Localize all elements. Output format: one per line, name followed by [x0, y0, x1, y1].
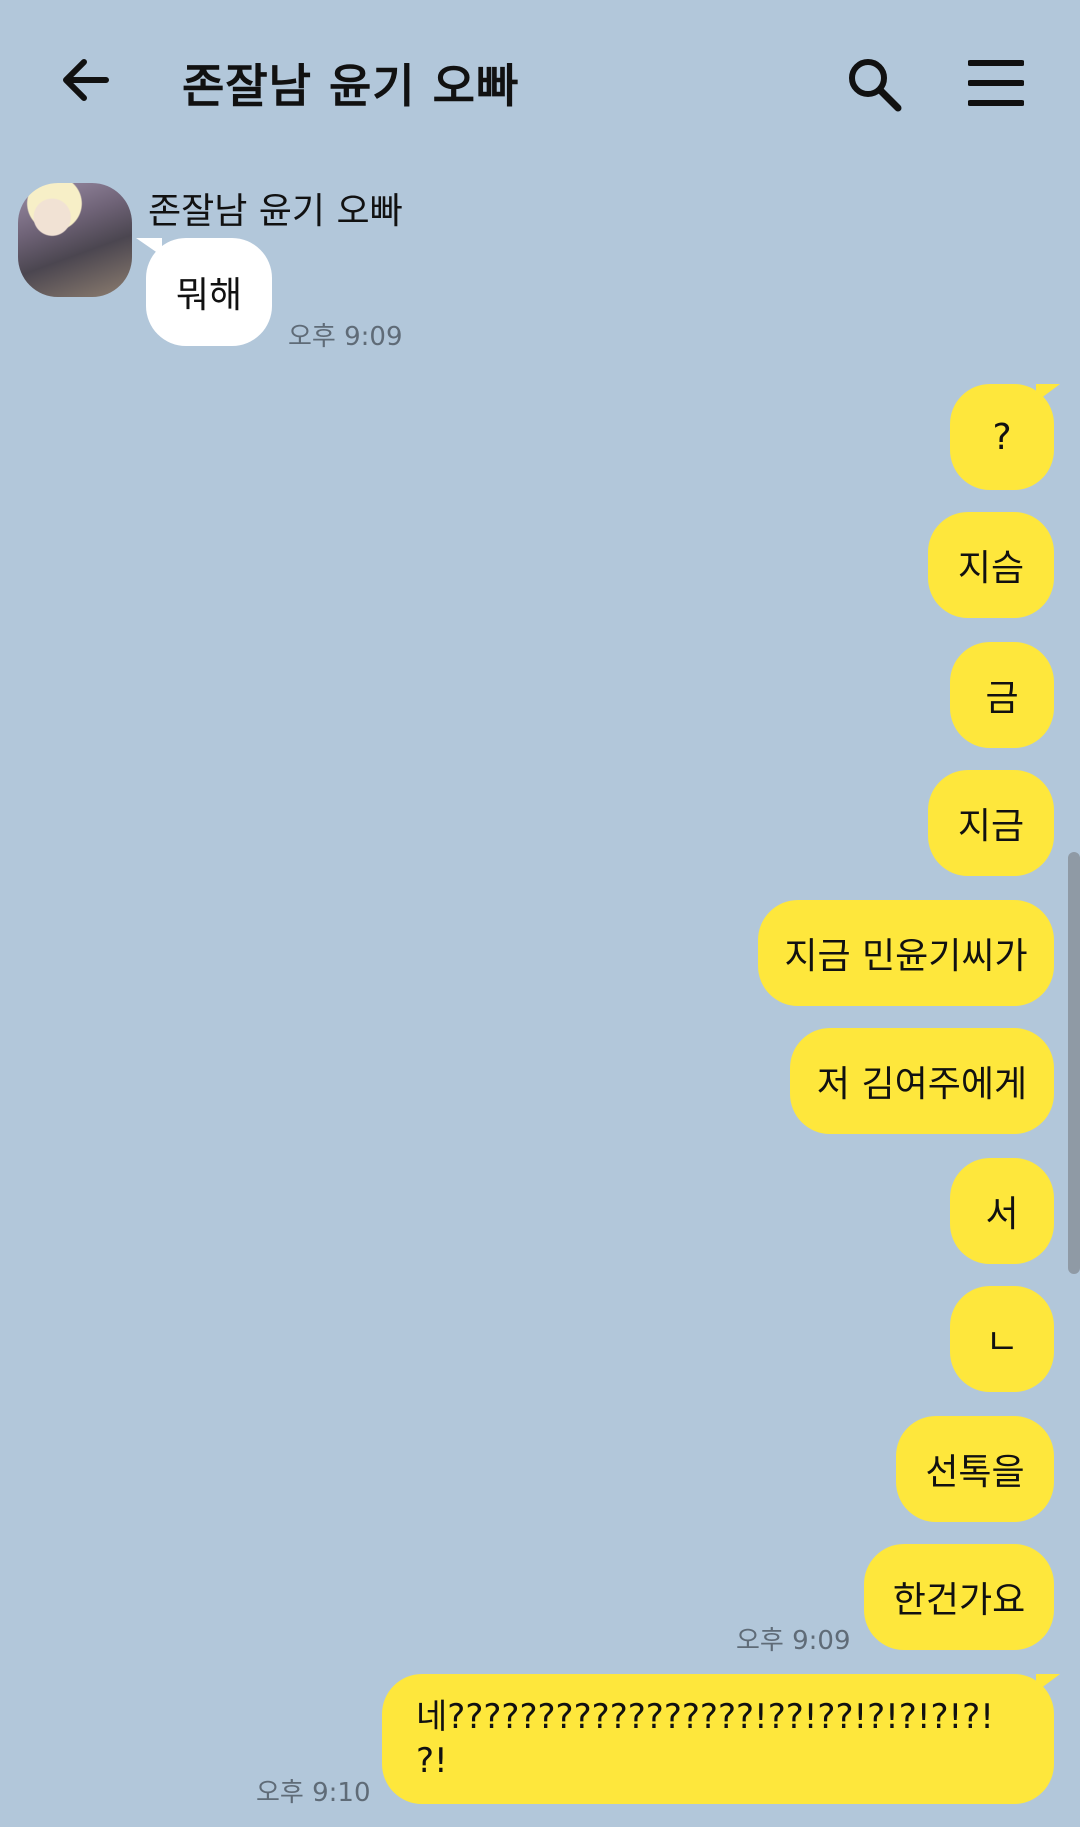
message-line: ?!	[416, 1741, 448, 1781]
arrow-left-icon	[63, 59, 109, 101]
chat-title: 존잘남 윤기 오빠	[182, 59, 520, 113]
outgoing-message-bubble[interactable]: 금	[950, 642, 1054, 748]
chat-header: 존잘남 윤기 오빠	[0, 0, 1080, 170]
incoming-message-bubble[interactable]: 뭐해	[146, 238, 272, 346]
sender-name: 존잘남 윤기 오빠	[148, 191, 403, 232]
outgoing-message-bubble[interactable]: 지슴	[928, 512, 1054, 618]
outgoing-message-bubble[interactable]: 선톡을	[896, 1416, 1054, 1522]
outgoing-message-bubble[interactable]: 지금	[928, 770, 1054, 876]
back-button[interactable]	[58, 52, 114, 108]
outgoing-message-bubble[interactable]: 저 김여주에게	[790, 1028, 1054, 1134]
outgoing-timestamp: 오후 9:09	[736, 1626, 851, 1656]
outgoing-message-bubble[interactable]: 서	[950, 1158, 1054, 1264]
incoming-timestamp: 오후 9:09	[288, 322, 403, 352]
outgoing-message-bubble[interactable]: ?	[950, 384, 1054, 490]
outgoing-message-bubble[interactable]: ㄴ	[950, 1286, 1054, 1392]
outgoing-message-bubble[interactable]: 한건가요	[864, 1544, 1054, 1650]
outgoing-message-bubble[interactable]: 지금 민윤기씨가	[758, 900, 1054, 1006]
message-line: 네?????????????????!??!??!?!?!?!?!	[416, 1697, 994, 1737]
search-button[interactable]	[846, 56, 902, 112]
hamburger-menu-icon	[967, 60, 1025, 106]
avatar[interactable]	[18, 183, 132, 297]
scrollbar[interactable]	[1068, 852, 1080, 1274]
menu-button[interactable]	[967, 58, 1025, 108]
outgoing-message-bubble-long[interactable]: 네?????????????????!??!??!?!?!?!?! ?!	[382, 1674, 1054, 1804]
outgoing-timestamp: 오후 9:10	[256, 1778, 371, 1808]
search-icon	[849, 59, 902, 112]
